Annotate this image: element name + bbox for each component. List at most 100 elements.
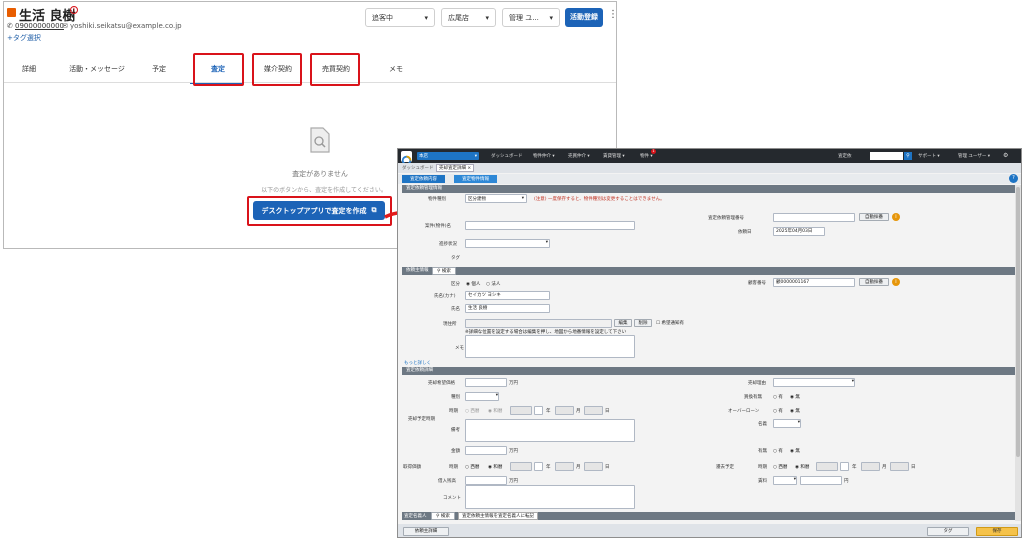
nav-rental-management[interactable]: 賃貸管理 ▾: [603, 153, 625, 159]
global-search-input[interactable]: [870, 152, 903, 160]
highlight-brokerage-tab: [252, 53, 302, 86]
move-year-input[interactable]: [840, 462, 849, 471]
search-icon: ⚲: [436, 514, 440, 519]
overloan-yes-radio[interactable]: ○ 有: [773, 408, 783, 414]
requester-search-button[interactable]: ⚲ 検索: [432, 267, 456, 275]
radio-corporation[interactable]: ○ 法人: [486, 281, 500, 287]
radio-individual[interactable]: ◉ 個人: [466, 281, 480, 287]
subtab-request-details[interactable]: 査定依頼内容: [402, 175, 445, 183]
move-no-radio[interactable]: ◉ 無: [790, 448, 800, 454]
project-name-input[interactable]: [465, 221, 635, 230]
save-button[interactable]: 保存: [976, 527, 1018, 536]
sale-era-select[interactable]: [510, 406, 532, 415]
sale-year-input[interactable]: [534, 406, 543, 415]
memo-textarea[interactable]: [465, 335, 635, 358]
customer-number-input[interactable]: 顧0000001167: [773, 278, 855, 287]
move-era-select[interactable]: [816, 462, 838, 471]
search-button-label: 検索: [441, 269, 451, 274]
more-details-link[interactable]: もっと詳しく: [404, 360, 431, 366]
tab-activity[interactable]: 活動・メッセージ: [62, 64, 132, 74]
nav-sales-brokerage[interactable]: 売買仲介 ▾: [568, 153, 590, 159]
replacement-no-radio[interactable]: ◉ 無: [790, 394, 800, 400]
sale-wareki-radio[interactable]: ◉ 和暦: [488, 408, 502, 414]
nav-dashboard[interactable]: ダッシュボード: [491, 153, 523, 159]
amount-input[interactable]: [465, 446, 507, 455]
auto-number-button[interactable]: 自動採番: [859, 213, 889, 221]
address-delete-button[interactable]: 削除: [634, 319, 652, 327]
remarks-textarea[interactable]: [465, 419, 635, 442]
move-yes-radio[interactable]: ○ 有: [773, 448, 783, 454]
bottom-tab-holder[interactable]: 査定名義人: [404, 513, 427, 519]
requester-detail-button[interactable]: 依頼主詳細: [403, 527, 449, 536]
overloan-no-radio[interactable]: ◉ 無: [790, 408, 800, 414]
move-day-select[interactable]: [890, 462, 909, 471]
store-select[interactable]: 広尾店 ▾: [441, 8, 496, 27]
subtab-property-info[interactable]: 査定物件情報: [454, 175, 497, 183]
name-input[interactable]: 生活 良樹: [465, 304, 550, 313]
manager-value: 管理 ユ...: [509, 13, 539, 22]
comment-textarea[interactable]: [465, 485, 635, 509]
phone-link[interactable]: 09000000000: [15, 22, 64, 30]
acq-month-select[interactable]: [555, 462, 574, 471]
activity-register-button[interactable]: 活動登録: [565, 8, 603, 27]
acq-day-select[interactable]: [584, 462, 603, 471]
loan-balance-input[interactable]: [465, 476, 507, 485]
acq-year-input[interactable]: [534, 462, 543, 471]
nav-property-brokerage[interactable]: 物件仲介 ▾: [533, 153, 555, 159]
tab-memo[interactable]: メモ: [366, 64, 426, 74]
info-icon[interactable]: i: [892, 278, 900, 286]
status-select[interactable]: 追客中 ▾: [365, 8, 435, 27]
gear-icon[interactable]: ⚙: [1003, 152, 1008, 159]
breadcrumb-current-tab[interactable]: 売却査定詳細 ×: [436, 164, 475, 172]
user-menu[interactable]: 管理 ユーザー ▾: [958, 153, 990, 159]
acq-era-select[interactable]: [510, 462, 532, 471]
move-wareki-radio[interactable]: ◉ 和暦: [795, 464, 809, 470]
kind-select[interactable]: ▾: [465, 392, 499, 401]
address-edit-button[interactable]: 編集: [614, 319, 632, 327]
breadcrumb-dashboard[interactable]: ダッシュボード: [402, 165, 434, 171]
request-number-input[interactable]: [773, 213, 855, 222]
nav-property[interactable]: 物件 ▾: [640, 153, 653, 159]
desired-price-input[interactable]: [465, 378, 507, 387]
rent-select[interactable]: ▾: [773, 476, 797, 485]
search-icon: ⚲: [437, 269, 441, 274]
tag-button[interactable]: タグ: [927, 527, 969, 536]
tag-select-link[interactable]: +タグ選択: [7, 33, 41, 43]
replacement-yes-radio[interactable]: ○ 有: [773, 394, 783, 400]
store-dropdown[interactable]: 本店 ▾: [417, 152, 479, 160]
move-seireki-radio[interactable]: ○ 西暦: [773, 464, 787, 470]
sale-reason-select[interactable]: ▾: [773, 378, 855, 387]
sale-day-select[interactable]: [584, 406, 603, 415]
property-type-select[interactable]: 区分建物 ▾: [465, 194, 527, 203]
request-date-input[interactable]: 2025年04月03日: [773, 227, 825, 236]
search-type-select[interactable]: 査定依: [838, 153, 852, 159]
copy-to-holder-button[interactable]: 査定依頼主情報を査定名義人に転記: [458, 512, 538, 520]
label-name-kana: 氏名(カナ): [434, 294, 456, 299]
tab-schedule[interactable]: 予定: [129, 64, 189, 74]
radio-no-label: 無: [795, 449, 800, 454]
sale-seireki-radio[interactable]: ○ 西暦: [465, 408, 479, 414]
help-icon[interactable]: ?: [1009, 174, 1018, 183]
info-icon[interactable]: i: [892, 213, 900, 221]
more-icon[interactable]: ⋮: [608, 9, 616, 20]
label-replacement: 買換有無: [744, 395, 762, 400]
address-input[interactable]: [465, 319, 612, 328]
tab-details[interactable]: 詳細: [4, 64, 59, 74]
move-month-select[interactable]: [861, 462, 880, 471]
manager-select[interactable]: 管理 ユ... ▾: [502, 8, 560, 27]
progress-select[interactable]: ▾: [465, 239, 550, 248]
holder-search-label: 検索: [440, 514, 450, 519]
email-text[interactable]: yoshiki.seikatsu@example.co.jp: [70, 22, 182, 30]
scrollbar-thumb[interactable]: [1016, 187, 1020, 457]
search-icon[interactable]: ⚲: [904, 152, 912, 160]
acq-seireki-radio[interactable]: ○ 西暦: [465, 464, 479, 470]
customer-auto-number-button[interactable]: 自動採番: [859, 278, 889, 286]
holder-search-button[interactable]: ⚲ 検索: [431, 512, 455, 520]
holder-select[interactable]: ▾: [773, 419, 801, 428]
acq-wareki-radio[interactable]: ◉ 和暦: [488, 464, 502, 470]
support-menu[interactable]: サポート ▾: [918, 153, 940, 159]
name-kana-input[interactable]: セイカツ ヨシキ: [465, 291, 550, 300]
rent-input[interactable]: [800, 476, 842, 485]
sale-month-select[interactable]: [555, 406, 574, 415]
hope-notify-checkbox[interactable]: ☐ 希望通知有: [656, 320, 684, 326]
